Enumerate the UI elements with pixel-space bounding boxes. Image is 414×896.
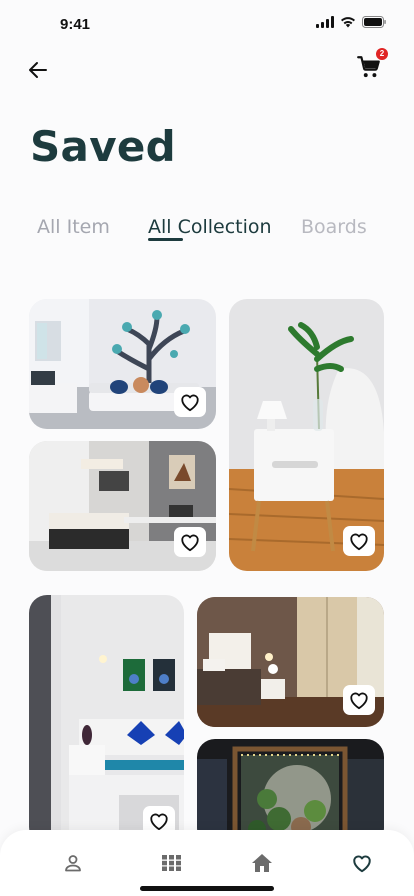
tab-bar: All Item All Collection Boards [37, 216, 377, 246]
collection-card-kids-bedroom[interactable] [29, 299, 216, 429]
heart-icon [181, 534, 199, 552]
heart-icon [181, 394, 199, 412]
heart-icon [353, 855, 371, 873]
collection-card-blue-pillow-bedroom[interactable] [29, 595, 184, 845]
heart-icon [150, 813, 168, 831]
save-toggle-kids-bedroom[interactable] [174, 387, 206, 417]
tab-boards[interactable]: Boards [301, 216, 367, 238]
save-toggle-bedroom-desk[interactable] [174, 527, 206, 557]
grid-icon [161, 855, 181, 871]
arrow-left-icon [29, 62, 47, 78]
collection-card-warm-bedroom[interactable] [197, 597, 384, 727]
collection-card-nightstand[interactable] [229, 299, 384, 571]
wifi-icon [340, 16, 356, 28]
collection-card-bedroom-desk[interactable] [29, 441, 216, 571]
nav-home[interactable] [249, 850, 275, 876]
tab-all-item[interactable]: All Item [37, 216, 110, 238]
nav-saved[interactable] [349, 850, 375, 876]
signal-icon [316, 16, 334, 28]
home-icon [252, 854, 272, 872]
status-bar: 9:41 [0, 0, 414, 44]
page-title: Saved [30, 122, 177, 171]
home-indicator [140, 886, 274, 891]
tab-all-collection[interactable]: All Collection [148, 216, 272, 238]
heart-icon [350, 692, 368, 710]
active-tab-indicator [148, 238, 183, 241]
profile-icon [65, 855, 81, 872]
cart-badge: 2 [376, 48, 388, 60]
status-time: 9:41 [60, 16, 91, 33]
save-toggle-nightstand[interactable] [343, 526, 375, 556]
nav-collections[interactable] [158, 850, 184, 876]
status-icons [316, 16, 386, 28]
cart-button[interactable]: 2 [356, 48, 388, 80]
nav-profile[interactable] [60, 850, 86, 876]
battery-icon [362, 16, 386, 28]
heart-icon [350, 533, 368, 551]
back-button[interactable] [24, 56, 52, 84]
save-toggle-warm-bedroom[interactable] [343, 685, 375, 715]
